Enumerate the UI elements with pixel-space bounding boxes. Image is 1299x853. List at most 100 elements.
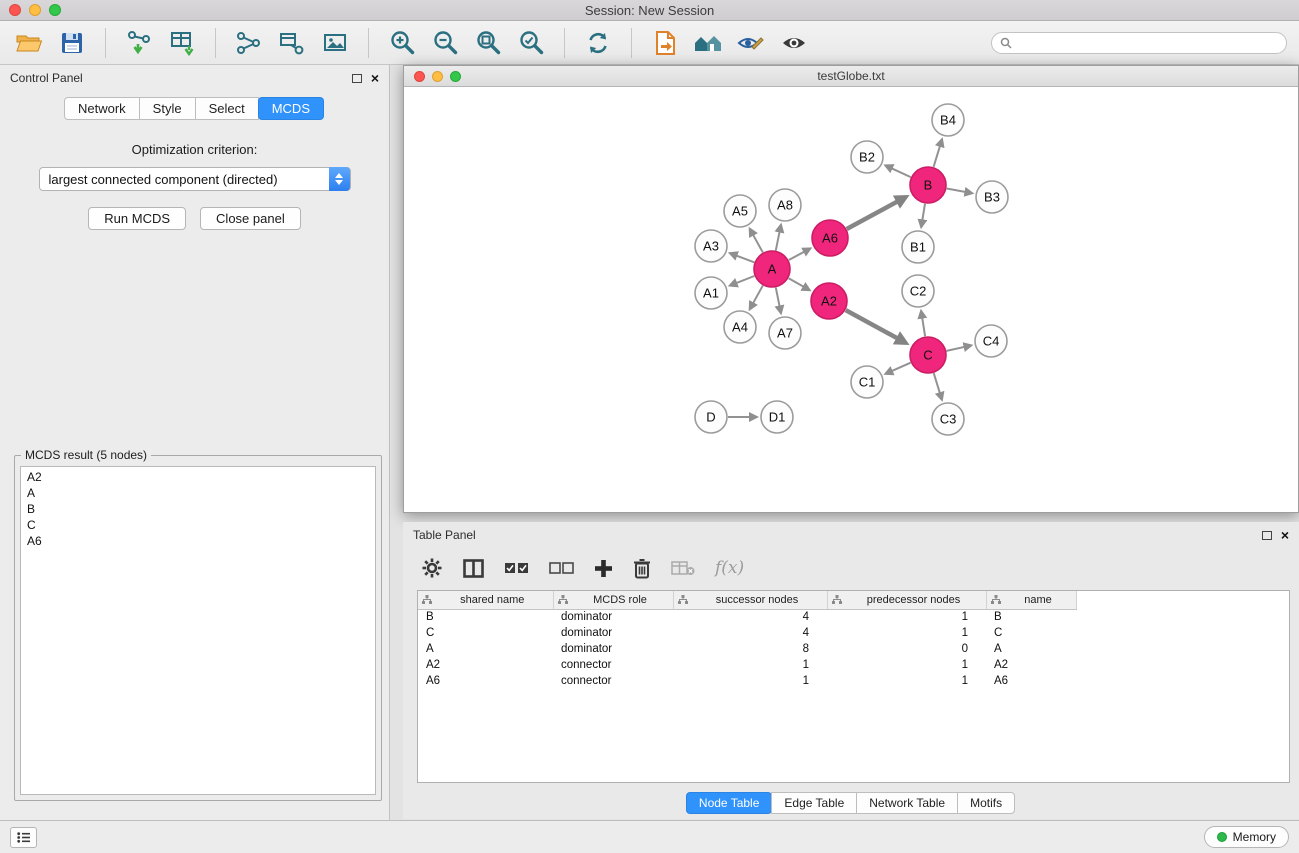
- table-cell[interactable]: A6: [418, 673, 553, 689]
- float-panel-icon[interactable]: [352, 74, 362, 83]
- refresh-button[interactable]: [581, 27, 615, 59]
- run-mcds-button[interactable]: Run MCDS: [88, 207, 186, 230]
- table-row[interactable]: Bdominator41B: [418, 609, 1289, 625]
- network-edge-A2-C[interactable]: [846, 310, 905, 342]
- mcds-result-item[interactable]: A2: [21, 469, 375, 485]
- network-node-A[interactable]: A: [754, 251, 790, 287]
- table-cell[interactable]: A2: [986, 657, 1076, 673]
- network-edge-B-B1[interactable]: [922, 204, 926, 226]
- eye-preview-button[interactable]: [777, 27, 811, 59]
- float-panel-icon[interactable]: [1262, 531, 1272, 540]
- select-all-button[interactable]: [504, 562, 529, 575]
- network-node-C2[interactable]: C2: [902, 275, 934, 307]
- column-layout-button[interactable]: [463, 559, 484, 578]
- network-edge-C-C3[interactable]: [934, 373, 942, 398]
- function-builder-button[interactable]: f(x): [715, 558, 744, 578]
- tab-node-table[interactable]: Node Table: [686, 792, 773, 814]
- network-edge-A-A4[interactable]: [751, 286, 763, 308]
- close-panel-button[interactable]: Close panel: [200, 207, 301, 230]
- deselect-all-button[interactable]: [549, 562, 574, 575]
- table-cell[interactable]: 4: [673, 625, 827, 641]
- mcds-result-item[interactable]: A: [21, 485, 375, 501]
- table-row[interactable]: A6connector11A6: [418, 673, 1289, 689]
- network-node-B2[interactable]: B2: [851, 141, 883, 173]
- zoom-out-button[interactable]: [428, 27, 462, 59]
- network-node-C3[interactable]: C3: [932, 403, 964, 435]
- cytopanel-toggle-button[interactable]: [10, 827, 37, 848]
- table-settings-button[interactable]: [421, 557, 443, 579]
- save-session-button[interactable]: [55, 27, 89, 59]
- open-session-button[interactable]: [12, 27, 46, 59]
- network-minimize-button[interactable]: [432, 71, 443, 82]
- table-cell[interactable]: 0: [827, 641, 986, 657]
- table-cell[interactable]: 1: [673, 657, 827, 673]
- column-header-mcds-role[interactable]: MCDS role: [553, 591, 673, 609]
- table-row[interactable]: Adominator80A: [418, 641, 1289, 657]
- network-edge-A-A8[interactable]: [776, 227, 781, 251]
- network-node-B1[interactable]: B1: [902, 231, 934, 263]
- network-node-B[interactable]: B: [910, 167, 946, 203]
- network-edge-A6-B[interactable]: [847, 198, 905, 229]
- network-edge-A-A5[interactable]: [751, 230, 763, 252]
- new-network-button[interactable]: [232, 27, 266, 59]
- table-cell[interactable]: connector: [553, 673, 673, 689]
- tab-motifs[interactable]: Motifs: [957, 792, 1015, 814]
- zoom-window-button[interactable]: [49, 4, 61, 16]
- table-cell[interactable]: 1: [673, 673, 827, 689]
- clear-table-button[interactable]: [671, 560, 695, 576]
- table-cell[interactable]: 1: [827, 609, 986, 625]
- mcds-result-item[interactable]: C: [21, 517, 375, 533]
- network-node-B4[interactable]: B4: [932, 104, 964, 136]
- column-header-predecessor-nodes[interactable]: predecessor nodes: [827, 591, 986, 609]
- delete-row-button[interactable]: [633, 558, 651, 579]
- mcds-result-list[interactable]: A2ABCA6: [20, 466, 376, 795]
- network-node-A6[interactable]: A6: [812, 220, 848, 256]
- network-zoom-button[interactable]: [450, 71, 461, 82]
- minimize-window-button[interactable]: [29, 4, 41, 16]
- table-cell[interactable]: dominator: [553, 609, 673, 625]
- network-edge-A-A1[interactable]: [732, 276, 755, 285]
- column-header-shared-name[interactable]: shared name: [418, 591, 553, 609]
- mcds-result-item[interactable]: B: [21, 501, 375, 517]
- network-node-A1[interactable]: A1: [695, 277, 727, 309]
- network-edge-C-C1[interactable]: [887, 363, 911, 373]
- network-node-C1[interactable]: C1: [851, 366, 883, 398]
- zoom-selected-button[interactable]: [514, 27, 548, 59]
- network-edge-B-B2[interactable]: [887, 166, 911, 177]
- network-edge-B-B4[interactable]: [934, 141, 942, 167]
- table-cell[interactable]: 8: [673, 641, 827, 657]
- tab-style[interactable]: Style: [139, 97, 196, 120]
- table-cell[interactable]: dominator: [553, 641, 673, 657]
- network-node-A2[interactable]: A2: [811, 283, 847, 319]
- tab-network[interactable]: Network: [64, 97, 140, 120]
- network-from-table-button[interactable]: [275, 27, 309, 59]
- network-node-D1[interactable]: D1: [761, 401, 793, 433]
- network-edge-C-C2[interactable]: [921, 313, 925, 337]
- column-header-successor-nodes[interactable]: successor nodes: [673, 591, 827, 609]
- home-view-button[interactable]: [691, 27, 725, 59]
- table-cell[interactable]: 1: [827, 625, 986, 641]
- tab-edge-table[interactable]: Edge Table: [771, 792, 857, 814]
- zoom-fit-button[interactable]: [471, 27, 505, 59]
- column-header-name[interactable]: name: [986, 591, 1076, 609]
- close-panel-icon[interactable]: ×: [371, 73, 379, 83]
- import-network-button[interactable]: [122, 27, 156, 59]
- tab-mcds[interactable]: MCDS: [258, 97, 324, 120]
- search-input[interactable]: [1017, 36, 1278, 50]
- search-field[interactable]: [991, 32, 1287, 54]
- network-node-B3[interactable]: B3: [976, 181, 1008, 213]
- network-window-titlebar[interactable]: testGlobe.txt: [404, 66, 1298, 87]
- criterion-dropdown[interactable]: largest connected component (directed): [39, 167, 351, 191]
- network-node-A8[interactable]: A8: [769, 189, 801, 221]
- table-cell[interactable]: 1: [827, 673, 986, 689]
- table-cell[interactable]: A: [418, 641, 553, 657]
- table-cell[interactable]: B: [986, 609, 1076, 625]
- network-graph-canvas[interactable]: B4B2BB3A5A8A6B1A3AC2A1A2A4A7C4CC1C3DD1: [404, 87, 1298, 512]
- close-panel-icon[interactable]: ×: [1281, 530, 1289, 540]
- table-row[interactable]: Cdominator41C: [418, 625, 1289, 641]
- tab-network-table[interactable]: Network Table: [856, 792, 958, 814]
- network-edge-A-A6[interactable]: [789, 249, 809, 260]
- table-cell[interactable]: A2: [418, 657, 553, 673]
- network-edge-B-B3[interactable]: [947, 189, 971, 193]
- table-cell[interactable]: A: [986, 641, 1076, 657]
